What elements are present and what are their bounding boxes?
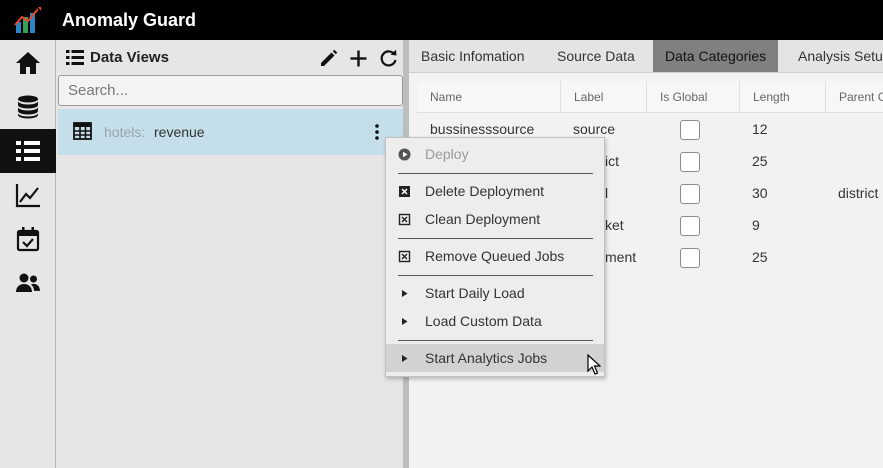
- menu-divider: [398, 275, 593, 276]
- menu-item-label: Clean Deployment: [425, 211, 541, 227]
- menu-divider: [398, 340, 593, 341]
- close-box-outline-icon: [398, 213, 411, 226]
- menu-item-label: Remove Queued Jobs: [425, 248, 565, 264]
- users-icon: [16, 273, 40, 292]
- menu-divider: [398, 173, 593, 174]
- close-box-outline-icon: [398, 250, 411, 263]
- is-global-checkbox[interactable]: [680, 184, 700, 204]
- app-header: Anomaly Guard: [0, 0, 883, 40]
- edit-view-button[interactable]: [317, 48, 339, 68]
- play-icon: [402, 290, 408, 297]
- cell-label: ment: [605, 249, 637, 265]
- app-logo-icon: [14, 7, 41, 33]
- is-global-checkbox[interactable]: [680, 216, 700, 236]
- view-actions-button[interactable]: [367, 120, 387, 144]
- cell-length: 12: [752, 121, 768, 137]
- tab-basic-information[interactable]: Basic Infomation: [409, 40, 537, 72]
- cell-name: bussinesssource: [430, 121, 535, 137]
- nav-data-views[interactable]: [0, 129, 56, 173]
- is-global-checkbox[interactable]: [680, 120, 700, 140]
- menu-item-start-daily-load[interactable]: Start Daily Load: [386, 279, 604, 307]
- column-header-label[interactable]: Label: [561, 81, 647, 113]
- play-circle-icon: [398, 148, 411, 161]
- menu-item-label: Start Daily Load: [425, 285, 525, 301]
- search-input[interactable]: [58, 75, 403, 106]
- calendar-check-icon: [16, 227, 40, 252]
- menu-item-label: Load Custom Data: [425, 313, 542, 329]
- menu-item-load-custom-data[interactable]: Load Custom Data: [386, 307, 604, 335]
- menu-item-label: Deploy: [425, 146, 469, 162]
- column-header-is-global[interactable]: Is Global: [647, 81, 740, 113]
- pencil-icon: [320, 49, 337, 66]
- menu-item-start-analytics-jobs[interactable]: Start Analytics Jobs: [386, 344, 604, 372]
- nav-rail: [0, 40, 56, 468]
- play-icon: [402, 355, 408, 362]
- kebab-menu-icon: [375, 124, 379, 140]
- menu-item-label: Delete Deployment: [425, 183, 545, 199]
- cell-label: ket: [605, 217, 624, 233]
- cell-label: l: [605, 185, 609, 201]
- tab-source-data[interactable]: Source Data: [545, 40, 647, 72]
- app-title: Anomaly Guard: [62, 10, 197, 30]
- close-box-icon: [399, 186, 410, 197]
- nav-schedule[interactable]: [0, 217, 56, 261]
- list-icon: [66, 50, 84, 65]
- menu-item-delete-deployment[interactable]: Delete Deployment: [386, 177, 604, 205]
- chart-line-icon: [15, 184, 40, 208]
- refresh-views-button[interactable]: [377, 48, 399, 68]
- nav-users[interactable]: [0, 261, 56, 305]
- plus-icon: [350, 50, 366, 66]
- nav-home[interactable]: [0, 41, 56, 85]
- menu-item-deploy[interactable]: Deploy: [386, 140, 604, 168]
- nav-database[interactable]: [0, 85, 56, 129]
- cell-length: 30: [752, 185, 768, 201]
- is-global-checkbox[interactable]: [680, 152, 700, 172]
- list-icon: [16, 141, 40, 161]
- tab-analysis-setup[interactable]: Analysis Setu: [786, 40, 883, 72]
- view-context-menu: Deploy Delete Deployment Clean Deploymen…: [385, 137, 605, 377]
- column-header-length[interactable]: Length: [740, 81, 826, 113]
- detail-tabs: Basic Infomation Source Data Data Catego…: [409, 40, 883, 73]
- mouse-pointer-icon: [587, 354, 601, 375]
- play-icon: [402, 318, 408, 325]
- menu-item-remove-queued-jobs[interactable]: Remove Queued Jobs: [386, 242, 604, 270]
- cell-label: ict: [605, 153, 619, 169]
- cell-length: 25: [752, 153, 768, 169]
- cell-length: 9: [752, 217, 760, 233]
- is-global-checkbox[interactable]: [680, 248, 700, 268]
- column-header-parent[interactable]: Parent C: [826, 81, 883, 113]
- menu-item-label: Start Analytics Jobs: [425, 350, 548, 366]
- data-view-item[interactable]: hotels: revenue: [58, 109, 403, 155]
- column-header-name[interactable]: Name: [417, 81, 561, 113]
- cell-length: 25: [752, 249, 768, 265]
- table-icon: [73, 122, 92, 140]
- data-view-schema: hotels:: [104, 124, 146, 140]
- data-views-title: Data Views: [90, 49, 169, 66]
- data-views-panel: Data Views hotel: [57, 40, 403, 468]
- refresh-icon: [380, 49, 397, 66]
- data-views-header: Data Views: [57, 40, 403, 74]
- cell-label: source: [573, 121, 616, 137]
- database-icon: [18, 95, 38, 119]
- add-view-button[interactable]: [347, 48, 369, 68]
- home-icon: [16, 52, 40, 74]
- cell-parent: district: [838, 185, 879, 201]
- data-view-name: revenue: [154, 124, 205, 140]
- tab-data-categories[interactable]: Data Categories: [653, 40, 779, 72]
- menu-item-clean-deployment[interactable]: Clean Deployment: [386, 205, 604, 233]
- table-header: Name Label Is Global Length Parent C: [417, 81, 883, 113]
- nav-analytics[interactable]: [0, 173, 56, 217]
- menu-divider: [398, 238, 593, 239]
